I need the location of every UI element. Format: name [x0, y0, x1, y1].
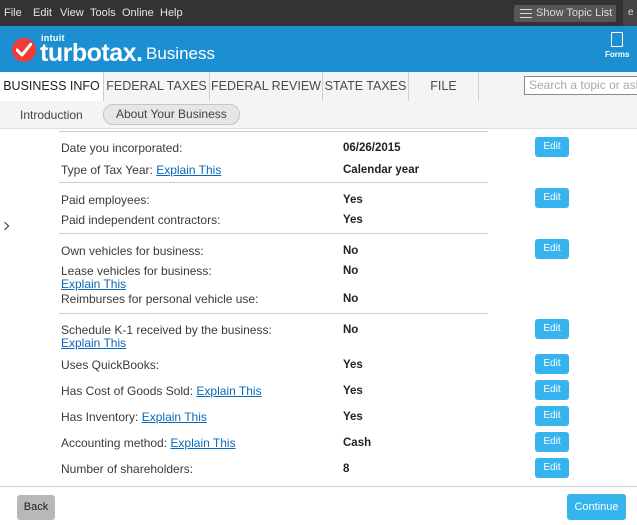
own-vehicles-value: No	[343, 245, 359, 257]
quickbooks-value: Yes	[343, 359, 363, 371]
edit-button-vehicles[interactable]: Edit	[535, 239, 569, 259]
forms-label: Forms	[605, 50, 630, 59]
edit-button-dates[interactable]: Edit	[535, 137, 569, 157]
document-icon	[611, 32, 623, 47]
reimburses-label: Reimburses for personal vehicle use:	[61, 292, 259, 306]
own-vehicles-label: Own vehicles for business:	[61, 244, 204, 258]
window-edge: e	[623, 0, 637, 26]
turbotax-dot: .	[136, 39, 143, 67]
footer-divider	[0, 486, 637, 487]
cogs-row: Has Cost of Goods Sold: Explain This	[61, 385, 262, 398]
explain-this-link[interactable]: Explain This	[61, 336, 126, 350]
cogs-value: Yes	[343, 385, 363, 397]
turbotax-text: turbotax	[40, 39, 137, 67]
turbotax-wordmark: turbotax.	[40, 39, 143, 68]
k1-row: Schedule K-1 received by the business: Ex…	[61, 324, 272, 350]
business-label: Business	[146, 44, 215, 63]
list-icon	[520, 9, 532, 18]
explain-this-link[interactable]: Explain This	[142, 410, 207, 424]
inventory-label: Has Inventory:	[61, 410, 139, 424]
section-divider	[59, 313, 488, 314]
shareholders-value: 8	[343, 463, 350, 475]
reimburses-value: No	[343, 293, 359, 305]
show-topic-list-button[interactable]: Show Topic List	[514, 5, 616, 22]
main-tabs: BUSINESS INFO FEDERAL TAXES FEDERAL REVI…	[0, 72, 637, 102]
edit-button-quickbooks[interactable]: Edit	[535, 354, 569, 374]
tab-state-taxes[interactable]: STATE TAXES	[323, 72, 409, 101]
edit-button-accounting[interactable]: Edit	[535, 432, 569, 452]
date-incorporated-value: 06/26/2015	[343, 142, 401, 154]
inventory-row: Has Inventory: Explain This	[61, 411, 207, 424]
paid-employees-value: Yes	[343, 194, 363, 206]
explain-this-link[interactable]: Explain This	[61, 277, 126, 291]
tab-business-info[interactable]: BUSINESS INFO	[0, 72, 104, 102]
section-divider	[59, 182, 488, 183]
sub-navigation: Introduction About Your Business	[0, 101, 637, 129]
cogs-label: Has Cost of Goods Sold:	[61, 384, 194, 398]
accounting-value: Cash	[343, 437, 372, 449]
lease-vehicles-value: No	[343, 265, 359, 277]
tab-federal-review[interactable]: FEDERAL REVIEW	[210, 72, 323, 101]
date-incorporated-label: Date you incorporated:	[61, 141, 183, 155]
edit-button-payroll[interactable]: Edit	[535, 188, 569, 208]
lease-vehicles-row: Lease vehicles for business: Explain This	[61, 265, 212, 291]
inventory-value: Yes	[343, 411, 363, 423]
edit-button-shareholders[interactable]: Edit	[535, 458, 569, 478]
edit-button-inventory[interactable]: Edit	[535, 406, 569, 426]
tax-year-label: Type of Tax Year:	[61, 163, 153, 177]
tab-federal-taxes[interactable]: FEDERAL TAXES	[104, 72, 210, 101]
tax-year-row: Type of Tax Year: Explain This	[61, 164, 221, 177]
paid-contractors-value: Yes	[343, 214, 363, 226]
menu-view[interactable]: View	[60, 7, 84, 19]
subnav-introduction[interactable]: Introduction	[20, 108, 83, 122]
back-button[interactable]: Back	[17, 495, 55, 520]
tab-file[interactable]: FILE	[409, 72, 479, 101]
shareholders-label: Number of shareholders:	[61, 462, 194, 476]
menu-tools[interactable]: Tools	[90, 7, 116, 19]
explain-this-link[interactable]: Explain This	[196, 384, 261, 398]
edit-button-cogs[interactable]: Edit	[535, 380, 569, 400]
lease-vehicles-label: Lease vehicles for business:	[61, 264, 212, 278]
brand-header: intuit turbotax. Business Forms	[0, 26, 637, 72]
menu-help[interactable]: Help	[160, 7, 183, 19]
turbotax-check-logo-icon	[12, 38, 36, 62]
forms-button[interactable]: Forms	[605, 32, 629, 59]
cursor-arrow-icon	[0, 221, 10, 231]
k1-value: No	[343, 324, 359, 336]
explain-this-link[interactable]: Explain This	[170, 436, 235, 450]
continue-button[interactable]: Continue	[567, 494, 626, 520]
show-topic-list-label: Show Topic List	[536, 7, 613, 19]
paid-employees-label: Paid employees:	[61, 193, 150, 207]
search-input[interactable]: Search a topic or ask a	[524, 76, 637, 95]
menu-file[interactable]: File	[4, 7, 22, 19]
menu-online[interactable]: Online	[122, 7, 154, 19]
menu-edit[interactable]: Edit	[33, 7, 52, 19]
paid-contractors-label: Paid independent contractors:	[61, 213, 221, 227]
accounting-row: Accounting method: Explain This	[61, 437, 236, 450]
explain-this-link[interactable]: Explain This	[156, 163, 221, 177]
subnav-about-your-business[interactable]: About Your Business	[103, 104, 240, 125]
accounting-label: Accounting method:	[61, 436, 168, 450]
menu-bar: File Edit View Tools Online Help Show To…	[0, 0, 637, 26]
quickbooks-label: Uses QuickBooks:	[61, 358, 160, 372]
edit-button-k1[interactable]: Edit	[535, 319, 569, 339]
section-divider	[59, 131, 488, 132]
overflow-icon: e	[628, 7, 634, 18]
tax-year-value: Calendar year	[343, 164, 420, 176]
k1-label: Schedule K-1 received by the business:	[61, 323, 272, 337]
section-divider	[59, 233, 488, 234]
